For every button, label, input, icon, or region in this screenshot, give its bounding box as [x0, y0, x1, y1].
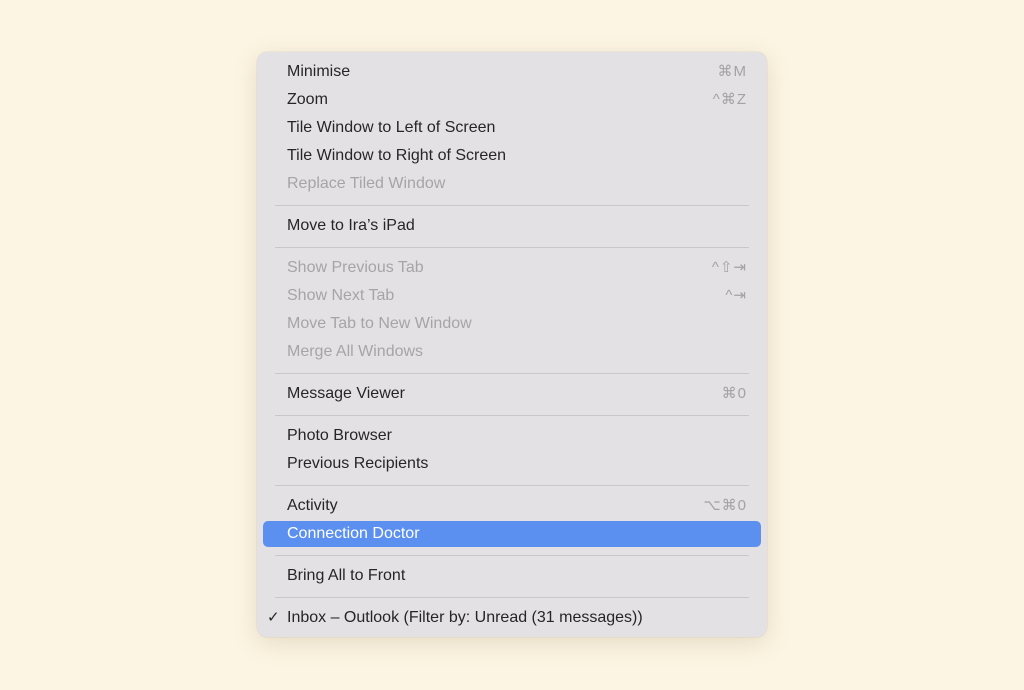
menu-item-bring-all-to-front[interactable]: Bring All to Front — [263, 562, 761, 590]
menu-item-connection-doctor[interactable]: Connection Doctor — [263, 521, 761, 547]
menu-item-activity[interactable]: Activity ⌥⌘0 — [263, 492, 761, 520]
menu-item-tile-window-to-left-of-screen[interactable]: Tile Window to Left of Screen — [263, 114, 761, 142]
menu-item-label: Show Previous Tab — [287, 259, 424, 276]
keyboard-shortcut: ^⇥ — [725, 287, 747, 304]
menu-item-merge-all-windows: Merge All Windows — [263, 338, 761, 366]
menu-item-replace-tiled-window: Replace Tiled Window — [263, 170, 761, 198]
menu-item-label: Tile Window to Right of Screen — [287, 147, 507, 164]
menu-item-photo-browser[interactable]: Photo Browser — [263, 422, 761, 450]
menu-item-message-viewer[interactable]: Message Viewer ⌘0 — [263, 380, 761, 408]
menu-item-tile-window-to-right-of-screen[interactable]: Tile Window to Right of Screen — [263, 142, 761, 170]
keyboard-shortcut: ^⇧⇥ — [711, 259, 747, 276]
menu-item-label: Move Tab to New Window — [287, 315, 472, 332]
menu-item-show-previous-tab: Show Previous Tab ^⇧⇥ — [263, 254, 761, 282]
menu-item-label: Activity — [287, 497, 338, 514]
menu-item-label: Zoom — [287, 91, 328, 108]
checkmark-icon: ✓ — [267, 609, 280, 626]
menu-item-label: Inbox – Outlook (Filter by: Unread (31 m… — [287, 609, 643, 626]
menu-item-label: Previous Recipients — [287, 455, 429, 472]
menu-separator — [257, 478, 767, 492]
keyboard-shortcut: ^⌘Z — [712, 91, 747, 108]
menu-separator — [257, 548, 767, 562]
keyboard-shortcut: ⌥⌘0 — [703, 497, 747, 514]
menu-item-label: Message Viewer — [287, 385, 405, 402]
menu-item-show-next-tab: Show Next Tab ^⇥ — [263, 282, 761, 310]
menu-item-zoom[interactable]: Zoom ^⌘Z — [263, 86, 761, 114]
menu-separator — [257, 366, 767, 380]
menu-item-move-tab-to-new-window: Move Tab to New Window — [263, 310, 761, 338]
window-menu: Minimise ⌘M Zoom ^⌘Z Tile Window to Left of … — [257, 52, 767, 637]
menu-item-move-to-ira-s-ipad[interactable]: Move to Ira’s iPad — [263, 212, 761, 240]
menu-item-label: Connection Doctor — [287, 525, 420, 542]
menu-item-previous-recipients[interactable]: Previous Recipients — [263, 450, 761, 478]
keyboard-shortcut: ⌘M — [717, 63, 747, 80]
menu-item-label: Replace Tiled Window — [287, 175, 446, 192]
menu-item-label: Move to Ira’s iPad — [287, 217, 415, 234]
menu-separator — [257, 240, 767, 254]
menu-item-inbox-outlook-filter-by-unread-31-messages[interactable]: ✓ Inbox – Outlook (Filter by: Unread (31 … — [263, 604, 761, 632]
menu-separator — [257, 590, 767, 604]
menu-item-label: Tile Window to Left of Screen — [287, 119, 496, 136]
menu-separator — [257, 198, 767, 212]
menu-item-label: Show Next Tab — [287, 287, 395, 304]
keyboard-shortcut: ⌘0 — [721, 385, 747, 402]
menu-item-label: Bring All to Front — [287, 567, 406, 584]
menu-item-label: Merge All Windows — [287, 343, 424, 360]
menu-item-minimise[interactable]: Minimise ⌘M — [263, 58, 761, 86]
menu-item-label: Photo Browser — [287, 427, 392, 444]
menu-item-label: Minimise — [287, 63, 351, 80]
menu-separator — [257, 408, 767, 422]
